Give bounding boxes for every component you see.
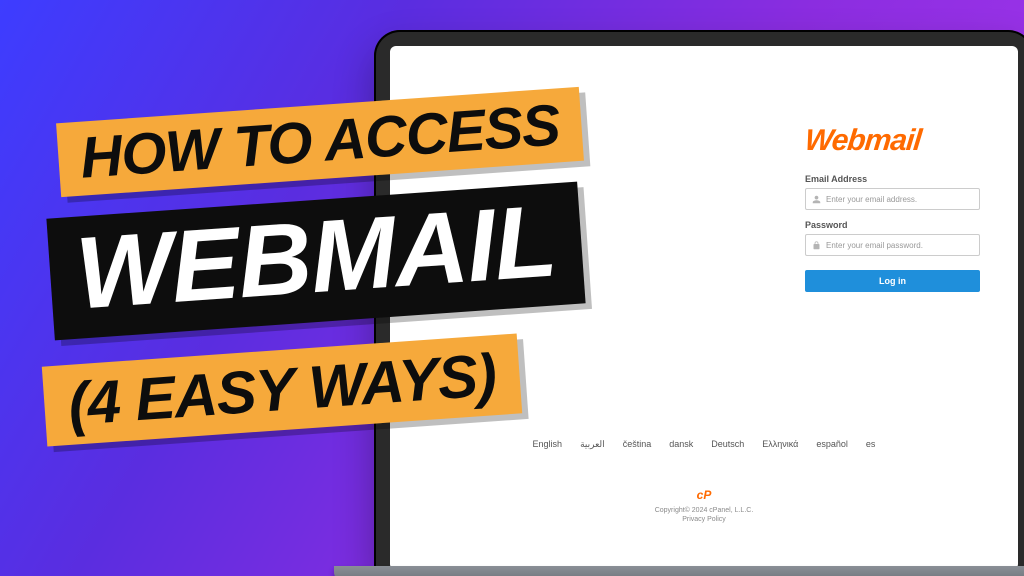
- cpanel-icon: cP: [390, 488, 1018, 504]
- footer: cP Copyright© 2024 cPanel, L.L.C. Privac…: [390, 488, 1018, 524]
- lock-icon: [812, 241, 821, 250]
- lang-option[interactable]: العربية: [580, 439, 605, 450]
- thumbnail-stage: Webmail Email Address Enter your email a…: [0, 0, 1024, 576]
- lang-option[interactable]: čeština: [623, 439, 652, 450]
- password-field[interactable]: Enter your email password.: [805, 234, 980, 256]
- webmail-logo: Webmail: [803, 124, 982, 158]
- copyright-text: Copyright© 2024 cPanel, L.L.C.: [390, 506, 1018, 515]
- login-button[interactable]: Log in: [805, 270, 980, 292]
- password-placeholder: Enter your email password.: [826, 241, 923, 250]
- lang-option[interactable]: dansk: [669, 439, 693, 450]
- lang-option[interactable]: English: [533, 439, 563, 450]
- laptop-base: [334, 566, 1024, 576]
- email-field[interactable]: Enter your email address.: [805, 188, 980, 210]
- password-label: Password: [805, 220, 980, 230]
- lang-option[interactable]: Deutsch: [711, 439, 744, 450]
- lang-option[interactable]: es: [866, 439, 876, 450]
- user-icon: [812, 195, 821, 204]
- email-label: Email Address: [805, 174, 980, 184]
- lang-option[interactable]: español: [816, 439, 848, 450]
- privacy-link[interactable]: Privacy Policy: [390, 515, 1018, 524]
- lang-option[interactable]: Ελληνικά: [762, 439, 798, 450]
- login-panel: Webmail Email Address Enter your email a…: [805, 124, 980, 292]
- language-selector: English العربية čeština dansk Deutsch Ελ…: [390, 439, 1018, 450]
- email-placeholder: Enter your email address.: [826, 195, 917, 204]
